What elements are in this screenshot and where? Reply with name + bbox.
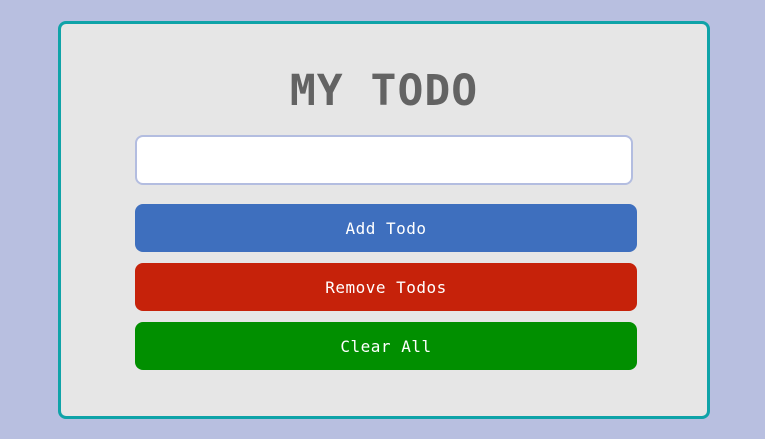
todo-card: MY TODO Add Todo Remove Todos Clear All (58, 21, 710, 419)
add-todo-button[interactable]: Add Todo (135, 204, 637, 252)
clear-all-button[interactable]: Clear All (135, 322, 637, 370)
remove-todos-button[interactable]: Remove Todos (135, 263, 637, 311)
todo-input[interactable] (135, 135, 633, 185)
page-title: MY TODO (289, 66, 479, 116)
